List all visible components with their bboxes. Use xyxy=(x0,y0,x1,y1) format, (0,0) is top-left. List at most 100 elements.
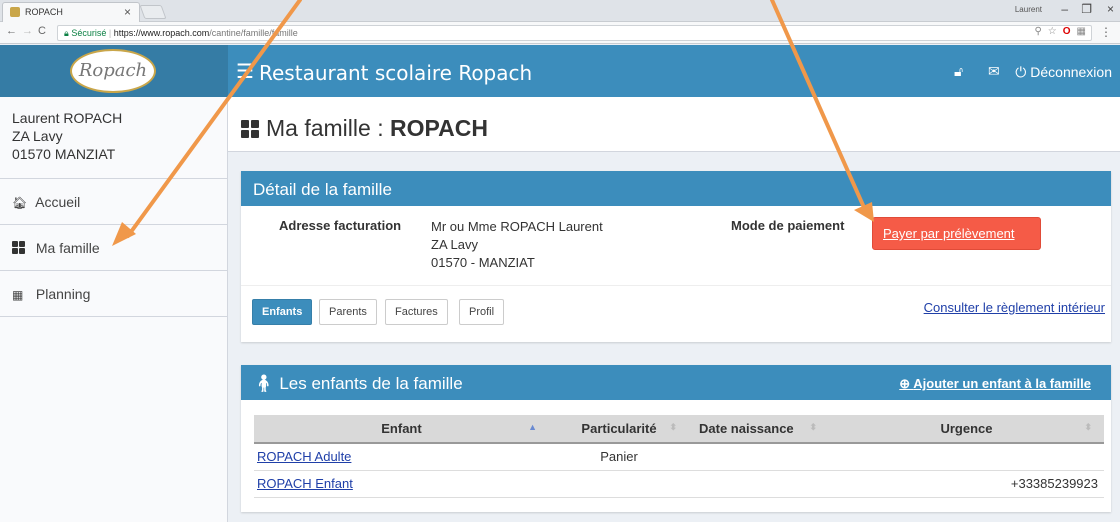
child-icon: 🧍︎ xyxy=(253,374,275,393)
tab-title: ROPACH xyxy=(25,7,63,17)
pay-direct-debit-button[interactable]: Payer par prélèvement xyxy=(872,217,1041,250)
back-icon[interactable]: ← xyxy=(6,25,17,37)
page-title-prefix: Ma famille : xyxy=(266,115,390,141)
table-row: ROPACH Enfant +33385239923 xyxy=(254,470,1104,498)
table-header-row: Enfant ▲ Particularité ⬍ Date naissance ⬍ U… xyxy=(254,415,1104,444)
add-child-link[interactable]: ⊕ Ajouter un enfant à la famille xyxy=(899,376,1091,392)
column-header-urgence[interactable]: Urgence ⬍ xyxy=(829,415,1104,444)
envelope-icon[interactable]: ✉ xyxy=(988,63,1000,80)
billing-address: Mr ou Mme ROPACH Laurent ZA Lavy 01570 -… xyxy=(431,218,603,272)
column-header-enfant[interactable]: Enfant ▲ xyxy=(254,415,549,444)
browser-tab[interactable]: ROPACH × xyxy=(2,2,140,22)
plus-circle-icon: ⊕ xyxy=(899,376,914,391)
new-tab-button[interactable] xyxy=(139,5,167,19)
page-title-name: ROPACH xyxy=(389,115,488,141)
tab-profil[interactable]: Profil xyxy=(459,299,505,325)
billing-line1: Mr ou Mme ROPACH Laurent xyxy=(431,219,603,234)
logo-area: Ropach xyxy=(0,45,228,97)
maximize-icon[interactable]: ❐ xyxy=(1081,2,1092,16)
cell-enfant: ROPACH Adulte xyxy=(254,443,549,471)
menu-toggle-icon[interactable]: ☰ xyxy=(236,59,254,84)
omnibox-icons: ⚲☆O▦ xyxy=(1034,26,1092,37)
page-title: Ma famille : ROPACH xyxy=(241,115,488,142)
url-path: /cantine/famille/famille xyxy=(209,28,298,38)
billing-line2: ZA Lavy xyxy=(431,237,478,252)
children-box-header: 🧍︎ Les enfants de la famille ⊕ Ajouter u… xyxy=(241,365,1111,400)
top-navbar: ☰ Restaurant scolaire Ropach 🔓︎ ✉ ⏻ Déco… xyxy=(228,45,1120,97)
column-header-label: Urgence xyxy=(940,421,993,436)
column-header-date-naissance[interactable]: Date naissance ⬍ xyxy=(689,415,829,444)
cell-date xyxy=(689,470,829,498)
ropach-logo[interactable]: Ropach xyxy=(70,49,156,93)
close-window-icon[interactable]: × xyxy=(1107,2,1114,16)
child-link[interactable]: ROPACH Enfant xyxy=(257,476,353,491)
detail-box-header: Détail de la famille xyxy=(241,171,1111,206)
sidebar-item-ma-famille[interactable]: Ma famille xyxy=(0,225,227,271)
sort-asc-icon: ▲ xyxy=(528,422,537,432)
th-large-icon xyxy=(241,120,260,138)
cell-urgence: +33385239923 xyxy=(829,470,1104,498)
lock-icon: 🔒︎ xyxy=(64,28,69,38)
detail-tabs: Enfants Parents Factures Profil Consulte… xyxy=(241,286,1111,336)
sidebar-item-label: Accueil xyxy=(35,194,81,210)
favicon-icon xyxy=(10,7,20,17)
sidebar-item-accueil[interactable]: 🏠︎ Accueil xyxy=(0,179,227,225)
user-address-line2: 01570 MANZIAT xyxy=(12,146,116,162)
column-header-particularite[interactable]: Particularité ⬍ xyxy=(549,415,689,444)
app-title: Restaurant scolaire Ropach xyxy=(259,61,533,85)
close-tab-icon[interactable]: × xyxy=(124,5,131,19)
bookmark-star-icon[interactable]: ☆ xyxy=(1048,26,1063,37)
url-host: https://www.ropach.com xyxy=(113,28,210,38)
cell-enfant: ROPACH Enfant xyxy=(254,470,549,498)
browser-menu-icon[interactable]: ⋮ xyxy=(1100,25,1112,39)
minimize-icon[interactable]: – xyxy=(1061,2,1068,16)
billing-label: Adresse facturation xyxy=(279,218,402,233)
sort-icon: ⬍ xyxy=(809,422,817,432)
secure-label: Sécurisé xyxy=(71,28,107,38)
cell-date xyxy=(689,443,829,471)
address-bar: ← → C 🔒︎ Sécurisé | https://www.ropach.c… xyxy=(0,22,1120,44)
children-table: Enfant ▲ Particularité ⬍ Date naissance ⬍ U… xyxy=(254,415,1104,498)
unlock-icon[interactable]: 🔓︎ xyxy=(954,63,963,80)
column-header-label: Particularité xyxy=(581,421,657,436)
calendar-icon: ▦ xyxy=(12,288,24,302)
reload-icon[interactable]: C xyxy=(38,25,46,37)
power-icon: ⏻ xyxy=(1015,64,1031,80)
profile-chip[interactable]: Laurent xyxy=(1015,5,1042,14)
cell-particularite xyxy=(549,470,689,498)
logout-label: Déconnexion xyxy=(1030,64,1112,80)
th-large-icon xyxy=(12,241,32,256)
payment-label: Mode de paiement xyxy=(731,218,845,233)
sort-icon: ⬍ xyxy=(669,422,677,432)
url-input[interactable]: 🔒︎ Sécurisé | https://www.ropach.com/can… xyxy=(57,25,1092,41)
billing-line3: 01570 - MANZIAT xyxy=(431,255,535,270)
sidebar-item-planning[interactable]: ▦ Planning xyxy=(0,271,227,317)
user-address-line1: ZA Lavy xyxy=(12,128,63,144)
extension-icon[interactable]: ▦ xyxy=(1077,26,1092,37)
add-child-label: Ajouter un enfant à la famille xyxy=(913,376,1091,391)
children-box: 🧍︎ Les enfants de la famille ⊕ Ajouter u… xyxy=(241,365,1111,512)
detail-row: Adresse facturation Mr ou Mme ROPACH Lau… xyxy=(241,206,1111,286)
user-panel: Laurent ROPACH ZA Lavy 01570 MANZIAT xyxy=(0,97,227,179)
sidebar-item-label: Ma famille xyxy=(35,240,100,256)
column-header-label: Date naissance xyxy=(699,421,794,436)
tab-factures[interactable]: Factures xyxy=(385,299,448,325)
sort-icon: ⬍ xyxy=(1084,422,1092,432)
child-link[interactable]: ROPACH Adulte xyxy=(257,449,351,464)
detail-box: Détail de la famille Adresse facturation… xyxy=(241,171,1111,342)
sidebar: Laurent ROPACH ZA Lavy 01570 MANZIAT 🏠︎ … xyxy=(0,97,228,522)
tab-enfants[interactable]: Enfants xyxy=(252,299,313,325)
content-header: Ma famille : ROPACH xyxy=(228,97,1120,152)
zoom-icon[interactable]: ⚲ xyxy=(1034,26,1047,37)
home-icon: 🏠︎ xyxy=(12,196,28,210)
opera-icon[interactable]: O xyxy=(1063,26,1077,37)
tab-parents[interactable]: Parents xyxy=(319,299,377,325)
table-row: ROPACH Adulte Panier xyxy=(254,443,1104,471)
browser-tab-bar: ROPACH × Laurent – ❐ × xyxy=(0,0,1120,22)
cell-particularite: Panier xyxy=(549,443,689,471)
children-box-title: Les enfants de la famille xyxy=(279,374,463,393)
forward-icon[interactable]: → xyxy=(22,25,33,37)
logout-button[interactable]: ⏻ Déconnexion xyxy=(1015,64,1112,81)
cell-urgence xyxy=(829,443,1104,471)
reglement-link[interactable]: Consulter le règlement intérieur xyxy=(924,300,1105,315)
